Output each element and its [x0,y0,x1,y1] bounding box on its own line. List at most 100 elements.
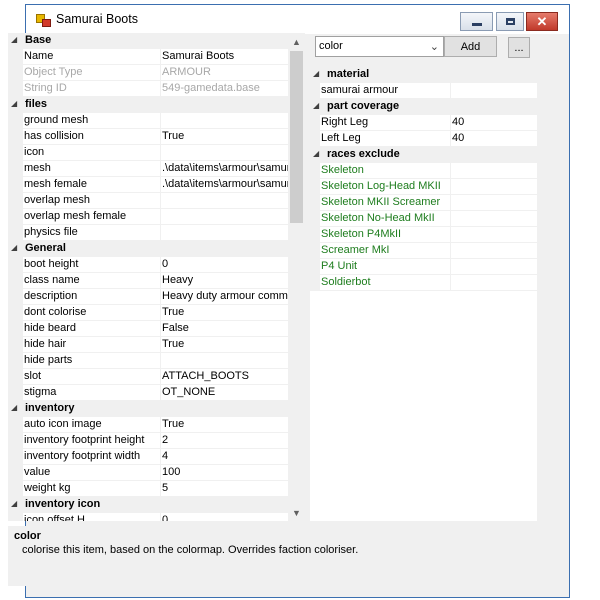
property-grid-scrollbar[interactable]: ▲ ▼ [288,33,305,521]
property-name-cell[interactable]: mesh [23,161,161,177]
category-row[interactable]: ◢ General [8,241,288,257]
collapse-icon[interactable]: ◢ [313,149,319,158]
reference-name-cell[interactable]: Screamer MkI [320,243,451,259]
property-name-cell[interactable]: icon [23,145,161,161]
reference-value-cell[interactable] [451,211,537,227]
reference-category-row[interactable]: ◢ races exclude [310,147,537,163]
collapse-icon[interactable]: ◢ [11,243,21,252]
maximize-button[interactable] [496,12,524,31]
reference-name-cell[interactable]: Skeleton P4MkII [320,227,451,243]
property-value-cell[interactable]: True [161,337,288,353]
collapse-icon[interactable]: ◢ [11,99,21,108]
property-row[interactable]: inventory footprint width 4 [8,449,288,465]
reference-item-row[interactable]: Left Leg 40 [310,131,537,147]
reference-name-cell[interactable]: Right Leg [320,115,451,131]
property-name-cell[interactable]: hide beard [23,321,161,337]
property-row[interactable]: hide hair True [8,337,288,353]
property-value-cell[interactable] [161,193,288,209]
property-name-cell[interactable]: Name [23,49,161,65]
references-list[interactable]: ◢ material samurai armour ◢ part coverage Rig… [310,67,537,521]
more-button[interactable]: ... [508,37,530,58]
property-value-cell[interactable]: OT_NONE [161,385,288,401]
reference-item-row[interactable]: Right Leg 40 [310,115,537,131]
property-name-cell[interactable]: inventory footprint width [23,449,161,465]
property-value-cell[interactable] [161,225,288,241]
reference-value-cell[interactable] [451,195,537,211]
property-row[interactable]: mesh .\data\items\armour\samur [8,161,288,177]
collapse-icon[interactable]: ◢ [11,499,21,508]
reference-name-cell[interactable]: Skeleton MKII Screamer [320,195,451,211]
property-row[interactable]: value 100 [8,465,288,481]
property-value-cell[interactable] [161,113,288,129]
property-row[interactable]: dont colorise True [8,305,288,321]
property-row[interactable]: icon offset H 0 [8,513,288,521]
reference-value-cell[interactable] [451,275,537,291]
property-value-cell[interactable]: .\data\items\armour\samur [161,161,288,177]
property-value-cell[interactable]: 2 [161,433,288,449]
property-row[interactable]: ground mesh [8,113,288,129]
property-row[interactable]: mesh female .\data\items\armour\samur [8,177,288,193]
chevron-down-icon[interactable]: ⌄ [430,40,439,53]
property-row[interactable]: stigma OT_NONE [8,385,288,401]
property-value-cell[interactable] [161,353,288,369]
property-row[interactable]: Object Type ARMOUR [8,65,288,81]
property-value-cell[interactable]: False [161,321,288,337]
property-row[interactable]: slot ATTACH_BOOTS [8,369,288,385]
property-name-cell[interactable]: hide parts [23,353,161,369]
property-row[interactable]: weight kg 5 [8,481,288,497]
reference-name-cell[interactable]: P4 Unit [320,259,451,275]
reference-value-cell[interactable] [451,179,537,195]
property-name-cell[interactable]: overlap mesh [23,193,161,209]
reference-name-cell[interactable]: Skeleton Log-Head MKII [320,179,451,195]
property-row[interactable]: overlap mesh [8,193,288,209]
property-name-cell[interactable]: description [23,289,161,305]
reference-category-row[interactable]: ◢ part coverage [310,99,537,115]
add-button[interactable]: Add [444,36,497,57]
property-value-cell[interactable]: True [161,129,288,145]
property-value-cell[interactable]: True [161,305,288,321]
reference-item-row[interactable]: Soldierbot [310,275,537,291]
property-row[interactable]: physics file [8,225,288,241]
property-value-cell[interactable]: .\data\items\armour\samur [161,177,288,193]
property-name-cell[interactable]: boot height [23,257,161,273]
property-value-cell[interactable]: 0 [161,513,288,521]
property-name-cell[interactable]: physics file [23,225,161,241]
collapse-icon[interactable]: ◢ [313,101,319,110]
category-row[interactable]: ◢ inventory [8,401,288,417]
reference-name-cell[interactable]: Skeleton [320,163,451,179]
reference-category-row[interactable]: ◢ material [310,67,537,83]
close-button[interactable]: ✕ [526,12,558,31]
collapse-icon[interactable]: ◢ [313,69,319,78]
property-name-cell[interactable]: stigma [23,385,161,401]
property-row[interactable]: auto icon image True [8,417,288,433]
reference-item-row[interactable]: Skeleton MKII Screamer [310,195,537,211]
reference-name-cell[interactable]: samurai armour [320,83,451,99]
property-name-cell[interactable]: Object Type [23,65,161,81]
reference-name-cell[interactable]: Left Leg [320,131,451,147]
collapse-icon[interactable]: ◢ [11,403,21,412]
property-name-cell[interactable]: icon offset H [23,513,161,521]
reference-item-row[interactable]: Screamer MkI [310,243,537,259]
property-name-cell[interactable]: value [23,465,161,481]
property-row[interactable]: description Heavy duty armour commor [8,289,288,305]
property-name-cell[interactable]: weight kg [23,481,161,497]
reference-item-row[interactable]: Skeleton No-Head MkII [310,211,537,227]
property-row[interactable]: inventory footprint height 2 [8,433,288,449]
property-row[interactable]: boot height 0 [8,257,288,273]
reference-item-row[interactable]: P4 Unit [310,259,537,275]
property-value-cell[interactable]: Heavy [161,273,288,289]
category-row[interactable]: ◢ files [8,97,288,113]
property-value-cell[interactable]: ATTACH_BOOTS [161,369,288,385]
category-row[interactable]: ◢ Base [8,33,288,49]
reference-item-row[interactable]: Skeleton P4MkII [310,227,537,243]
property-row[interactable]: icon [8,145,288,161]
property-name-cell[interactable]: dont colorise [23,305,161,321]
property-value-cell[interactable]: ARMOUR [161,65,288,81]
reference-item-row[interactable]: Skeleton Log-Head MKII [310,179,537,195]
property-value-cell[interactable] [161,209,288,225]
property-name-cell[interactable]: class name [23,273,161,289]
property-row[interactable]: has collision True [8,129,288,145]
property-value-cell[interactable]: Samurai Boots [161,49,288,65]
reference-value-cell[interactable] [451,259,537,275]
reference-item-row[interactable]: Skeleton [310,163,537,179]
